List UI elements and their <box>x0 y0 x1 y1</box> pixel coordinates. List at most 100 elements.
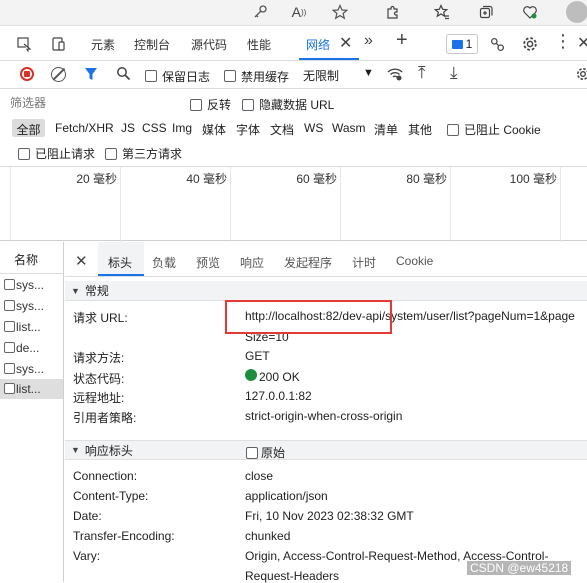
type-filter-all[interactable]: 全部 <box>12 119 45 137</box>
blocked-cookies-label: 已阻止 Cookie <box>464 123 541 137</box>
request-name: list... <box>16 382 41 396</box>
type-filter-media[interactable]: 媒体 <box>202 121 226 138</box>
more-tabs-icon[interactable]: » <box>364 32 373 50</box>
collections-icon[interactable] <box>475 2 497 22</box>
record-icon <box>24 71 30 77</box>
status-code-label: 状态代码: <box>73 372 125 386</box>
filter-funnel-icon[interactable] <box>84 67 98 84</box>
request-item[interactable]: de... <box>0 338 63 358</box>
type-filter-wasm[interactable]: Wasm <box>332 121 366 135</box>
timeline-overview[interactable]: 20 毫秒 40 毫秒 60 毫秒 80 毫秒 100 毫秒 <box>0 166 587 242</box>
detail-tab-payload[interactable]: 负载 <box>152 254 176 271</box>
filter-input[interactable] <box>10 94 170 112</box>
download-har-icon[interactable]: ⤓ <box>450 63 458 83</box>
more-options-icon[interactable]: ⋮ <box>554 31 572 52</box>
tab-network[interactable]: 网络 <box>306 36 330 53</box>
clear-button[interactable] <box>51 67 66 82</box>
favorite-star-icon[interactable] <box>329 2 351 22</box>
add-tab-icon[interactable]: + <box>396 29 408 52</box>
header-value: chunked <box>245 529 291 543</box>
preserve-log-checkbox[interactable] <box>145 68 157 82</box>
request-name: de... <box>16 341 40 355</box>
detail-tab-timing[interactable]: 计时 <box>352 254 376 271</box>
detail-tab-preview[interactable]: 预览 <box>196 254 220 271</box>
raw-checkbox[interactable] <box>246 445 258 459</box>
tab-performance[interactable]: 性能 <box>247 36 271 53</box>
detail-tab-headers[interactable]: 标头 <box>108 254 132 271</box>
type-filter-ws[interactable]: WS <box>304 121 323 135</box>
general-section-title: 常规 <box>84 284 109 298</box>
profile-avatar[interactable] <box>566 1 587 23</box>
request-item[interactable]: sys... <box>0 296 63 316</box>
type-filter-font[interactable]: 字体 <box>236 121 260 138</box>
request-method-value: GET <box>245 349 270 363</box>
request-item[interactable]: sys... <box>0 359 63 379</box>
network-settings-icon[interactable] <box>575 66 587 85</box>
search-icon[interactable] <box>116 66 131 84</box>
favorites-icon[interactable] <box>431 2 453 22</box>
device-toolbar-icon[interactable] <box>50 36 66 55</box>
request-item-selected[interactable]: list... <box>0 379 63 399</box>
close-tab-icon[interactable]: ✕ <box>339 33 352 53</box>
section-expand-icon: ▼ <box>71 445 80 455</box>
issues-badge[interactable]: 1 <box>446 34 478 54</box>
browser-essentials-icon[interactable] <box>519 2 541 22</box>
header-value-cont: Request-Headers <box>245 569 340 583</box>
close-detail-icon[interactable]: ✕ <box>75 252 88 270</box>
read-aloud-icon[interactable]: A)) <box>288 2 310 22</box>
issues-count: 1 <box>465 37 473 51</box>
share-settings-icon[interactable] <box>489 36 506 56</box>
header-key: Content-Type: <box>73 489 149 503</box>
network-conditions-icon[interactable] <box>386 66 404 85</box>
type-filter-doc[interactable]: 文档 <box>270 121 294 138</box>
third-party-checkbox[interactable] <box>105 146 117 160</box>
throttle-select[interactable]: 无限制 ▼ <box>303 67 375 83</box>
referrer-policy-label: 引用者策略: <box>73 411 137 425</box>
blocked-cookies-checkbox[interactable] <box>447 122 459 136</box>
throttle-value: 无限制 <box>303 69 340 83</box>
type-filter-manifest[interactable]: 清单 <box>374 121 398 138</box>
close-devtools-icon[interactable]: ✕ <box>577 33 587 53</box>
invert-checkbox[interactable] <box>190 97 202 111</box>
detail-tab-initiator[interactable]: 发起程序 <box>284 254 332 271</box>
general-section-header[interactable]: ▼ 常规 <box>65 281 587 301</box>
timeline-label-100ms: 100 毫秒 <box>509 172 557 186</box>
inspect-element-icon[interactable] <box>16 36 32 55</box>
name-column-header[interactable]: 名称 <box>0 242 63 274</box>
network-toolbar: 保留日志 禁用缓存 无限制 ▼ ⤒ ⤓ <box>0 61 587 89</box>
read-aloud-label: A <box>291 4 301 20</box>
request-name: list... <box>16 320 41 334</box>
response-headers-section-header[interactable]: ▼ 响应标头 原始 <box>65 440 587 460</box>
request-item[interactable]: sys... <box>0 275 63 295</box>
preserve-log-label: 保留日志 <box>162 70 211 84</box>
detail-tab-cookies[interactable]: Cookie <box>396 254 433 268</box>
hide-data-urls-checkbox[interactable] <box>242 97 254 111</box>
request-detail-tabs: ✕ 标头 负载 预览 响应 发起程序 计时 Cookie <box>65 242 587 277</box>
detail-tab-response[interactable]: 响应 <box>240 254 264 271</box>
tab-console[interactable]: 控制台 <box>134 36 170 53</box>
tab-elements[interactable]: 元素 <box>91 36 115 53</box>
request-method-label: 请求方法: <box>73 351 125 365</box>
type-filter-fetch-xhr[interactable]: Fetch/XHR <box>55 121 114 135</box>
gear-icon[interactable] <box>521 35 539 56</box>
remote-address-value: 127.0.0.1:82 <box>245 389 312 403</box>
type-filter-css[interactable]: CSS <box>142 121 167 135</box>
type-filter-js[interactable]: JS <box>121 121 135 135</box>
upload-har-icon[interactable]: ⤒ <box>418 63 426 83</box>
watermark: CSDN @ew45218 <box>467 561 572 575</box>
tab-sources[interactable]: 源代码 <box>191 36 227 53</box>
header-key: Connection: <box>73 469 138 483</box>
record-button[interactable] <box>20 67 34 81</box>
type-filter-img[interactable]: Img <box>172 121 192 135</box>
request-list: 名称 sys... sys... list... de... sys... li… <box>0 242 64 582</box>
request-name: sys... <box>16 278 45 292</box>
disable-cache-checkbox[interactable] <box>224 68 236 82</box>
resource-type-filters: 全部 Fetch/XHR JS CSS Img 媒体 字体 文档 WS Wasm… <box>0 119 587 139</box>
type-filter-other[interactable]: 其他 <box>408 121 432 138</box>
devtools-tab-bar: 元素 控制台 源代码 性能 网络 ✕ » + 1 ⋮ ✕ <box>0 27 587 61</box>
extensions-icon[interactable] <box>382 2 404 22</box>
request-item[interactable]: list... <box>0 317 63 337</box>
blocked-requests-checkbox[interactable] <box>18 146 30 160</box>
header-value: Fri, 10 Nov 2023 02:38:32 GMT <box>245 509 414 523</box>
key-icon[interactable] <box>249 2 271 22</box>
